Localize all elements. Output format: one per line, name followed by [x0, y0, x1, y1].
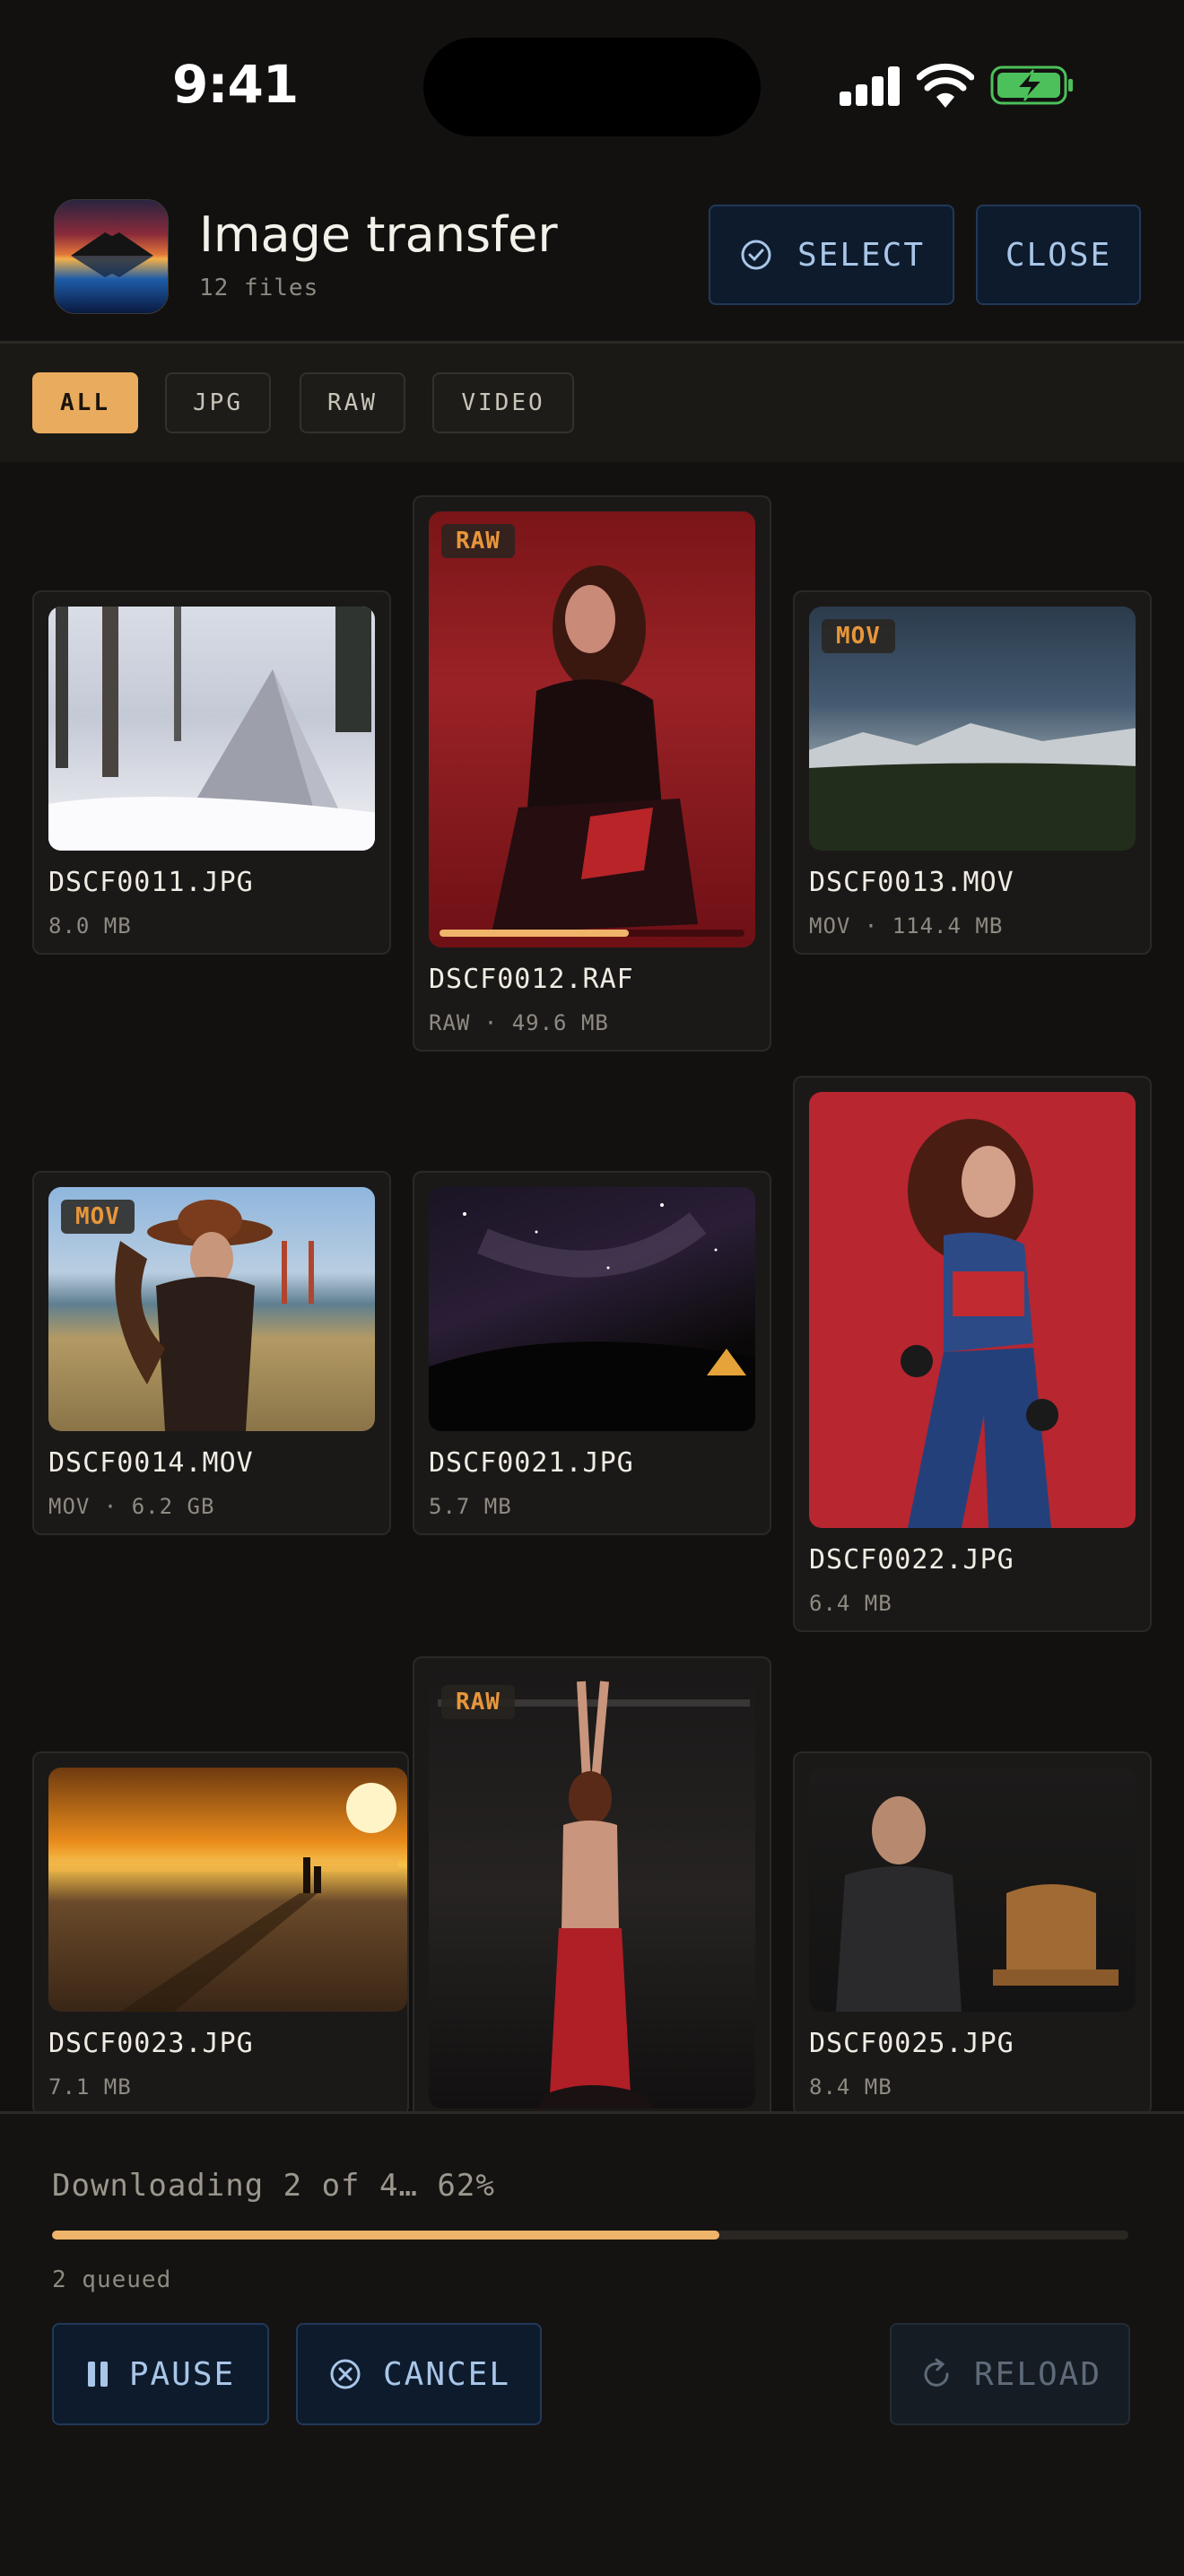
item-progress-fill: [440, 930, 629, 937]
overall-progress-bar: [52, 2231, 1128, 2240]
file-meta: MOV · 6.2 GB: [48, 1494, 215, 1519]
file-meta: 8.0 MB: [48, 913, 132, 939]
cancel-circle-icon: [330, 2359, 361, 2389]
file-card[interactable]: MOV DSCF0014.MOV MOV · 6.2 GB: [32, 1171, 391, 1535]
pause-icon: [87, 2362, 108, 2387]
filter-label: JPG: [193, 389, 243, 416]
format-badge: MOV: [61, 1200, 135, 1234]
format-badge: RAW: [441, 524, 515, 558]
download-status: Downloading 2 of 4… 62%: [52, 2168, 495, 2204]
pause-label: PAUSE: [128, 2355, 236, 2393]
thumbnail-dancer-back: RAW: [429, 1672, 755, 2109]
cellular-signal-icon: [840, 66, 901, 106]
dynamic-island: [423, 38, 761, 136]
select-button[interactable]: SELECT: [709, 205, 954, 305]
file-card[interactable]: DSCF0023.JPG 7.1 MB: [32, 1751, 409, 2111]
filter-bar: ALL JPG RAW VIDEO: [0, 344, 1184, 462]
filter-label: VIDEO: [461, 389, 545, 416]
file-name: DSCF0022.JPG: [809, 1544, 1014, 1576]
battery-charging-icon: [990, 65, 1073, 105]
close-button[interactable]: CLOSE: [976, 205, 1141, 305]
file-name: DSCF0023.JPG: [48, 2028, 254, 2059]
reload-label: RELOAD: [973, 2355, 1102, 2393]
file-card[interactable]: DSCF0021.JPG 5.7 MB: [413, 1171, 771, 1535]
file-meta: 7.1 MB: [48, 2074, 132, 2100]
close-label: CLOSE: [1005, 236, 1112, 274]
cancel-button[interactable]: CANCEL: [296, 2323, 542, 2425]
file-card[interactable]: DSCF0025.JPG 8.4 MB: [793, 1751, 1152, 2111]
file-count: 12 files: [199, 275, 319, 301]
filter-all[interactable]: ALL: [32, 372, 138, 433]
file-name: DSCF0021.JPG: [429, 1447, 634, 1479]
filter-jpg[interactable]: JPG: [165, 372, 271, 433]
file-grid: DSCF0011.JPG 8.0 MB RAW DSCF0012.RAF RAW…: [0, 462, 1184, 2111]
file-meta: RAW · 49.6 MB: [429, 1010, 609, 1035]
reload-icon: [924, 2358, 949, 2387]
filter-label: RAW: [327, 389, 378, 416]
file-meta: 5.7 MB: [429, 1494, 512, 1519]
filter-label: ALL: [60, 389, 110, 416]
app-icon: [54, 199, 169, 314]
thumbnail-snow-tent: [48, 607, 375, 851]
transfer-panel: Downloading 2 of 4… 62% 2 queued PAUSE C…: [0, 2111, 1184, 2576]
thumbnail-night-sky: [429, 1187, 755, 1431]
overall-progress-fill: [52, 2231, 719, 2240]
thumbnail-denim-portrait: [809, 1092, 1136, 1528]
pause-button[interactable]: PAUSE: [52, 2323, 269, 2425]
filter-raw[interactable]: RAW: [300, 372, 405, 433]
file-name: DSCF0014.MOV: [48, 1447, 254, 1479]
format-badge: RAW: [441, 1685, 515, 1719]
file-meta: 6.4 MB: [809, 1591, 892, 1616]
queued-count: 2 queued: [52, 2266, 172, 2293]
cancel-label: CANCEL: [382, 2355, 511, 2393]
file-card[interactable]: RAW: [413, 1656, 771, 2111]
wifi-icon: [917, 63, 974, 108]
status-time: 9:41: [172, 54, 299, 115]
format-badge: MOV: [822, 619, 895, 653]
thumbnail-seated-man: [809, 1768, 1136, 2012]
filter-video[interactable]: VIDEO: [432, 372, 574, 433]
page-title: Image transfer: [199, 206, 558, 263]
file-name: DSCF0013.MOV: [809, 867, 1014, 898]
file-card[interactable]: DSCF0022.JPG 6.4 MB: [793, 1076, 1152, 1632]
select-label: SELECT: [797, 236, 926, 274]
reload-button[interactable]: RELOAD: [890, 2323, 1130, 2425]
file-name: DSCF0012.RAF: [429, 964, 634, 995]
item-progress-bar: [440, 930, 744, 937]
file-card[interactable]: DSCF0011.JPG 8.0 MB: [32, 590, 391, 955]
thumbnail-sunset-beach: [48, 1768, 407, 2012]
file-card[interactable]: MOV DSCF0013.MOV MOV · 114.4 MB: [793, 590, 1152, 955]
thumbnail-cowboy-hat: MOV: [48, 1187, 375, 1431]
file-name: DSCF0011.JPG: [48, 867, 254, 898]
check-circle-icon: [741, 240, 771, 270]
thumbnail-red-portrait: RAW: [429, 511, 755, 947]
file-meta: MOV · 114.4 MB: [809, 913, 1004, 939]
file-meta: 8.4 MB: [809, 2074, 892, 2100]
file-name: DSCF0025.JPG: [809, 2028, 1014, 2059]
thumbnail-mountain-landscape: MOV: [809, 607, 1136, 851]
file-card[interactable]: RAW DSCF0012.RAF RAW · 49.6 MB: [413, 495, 771, 1052]
